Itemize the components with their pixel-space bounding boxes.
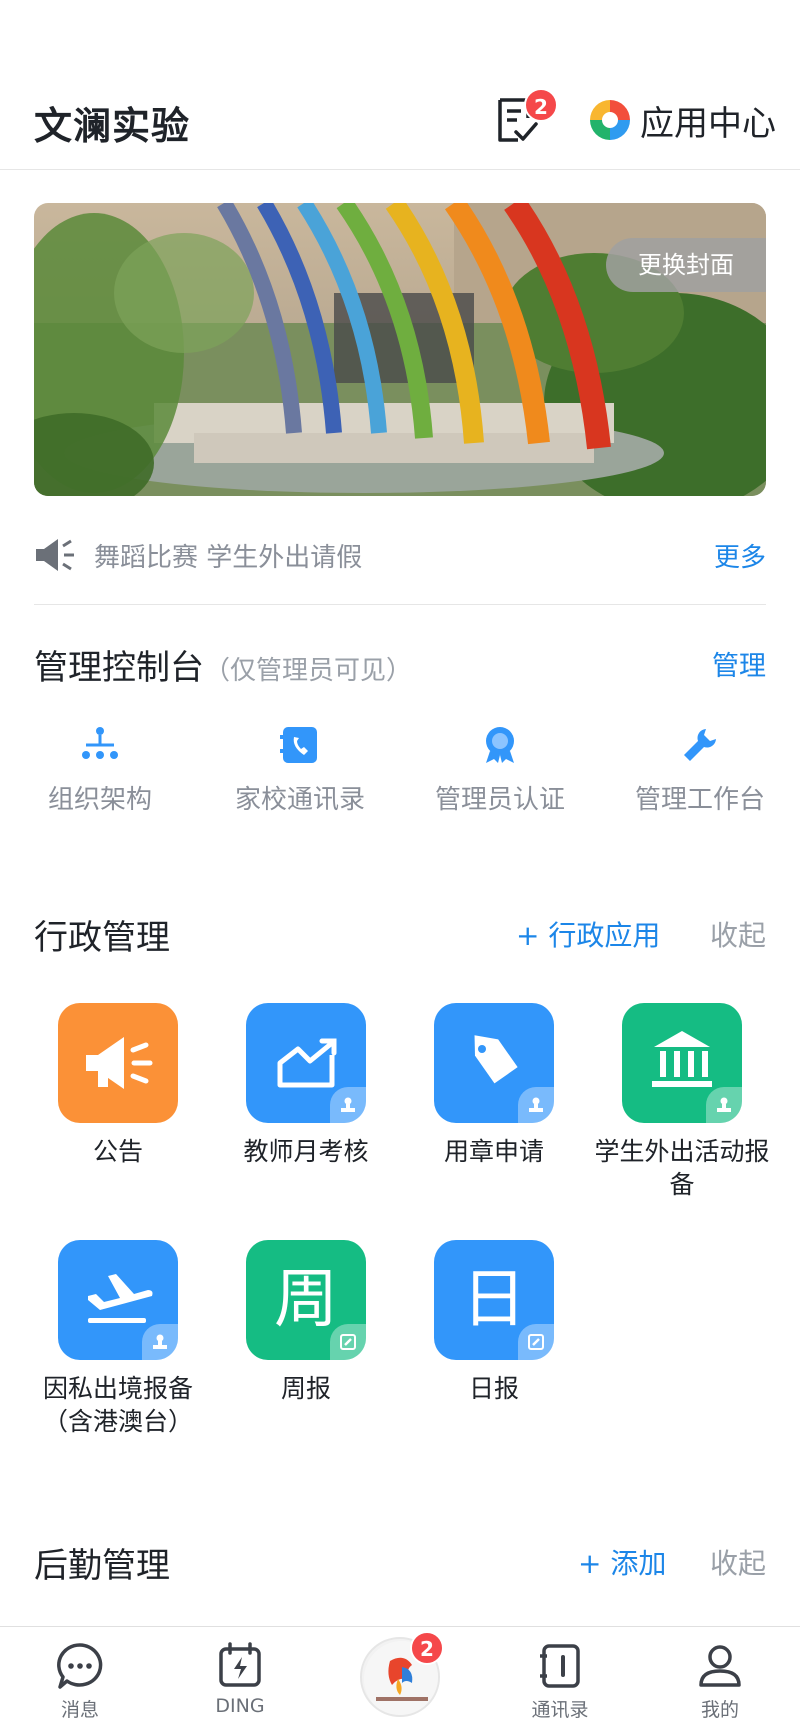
tab-label: 通讯录 [531, 1699, 589, 1721]
daily-icon: 日 [434, 1240, 554, 1360]
app-label: 周报 [280, 1374, 331, 1403]
admin-item-label: 管理员认证 [434, 785, 565, 815]
trend-chart-icon [246, 1003, 366, 1123]
badge-icon [486, 727, 514, 763]
admin-section-title: 行政管理 [34, 918, 170, 958]
ding-icon [219, 1642, 261, 1687]
tab-ding[interactable]: DING [180, 1641, 300, 1717]
notice-bar[interactable]: 舞蹈比赛 学生外出请假 更多 [34, 530, 766, 580]
admin-item-cert[interactable]: 管理员认证 [400, 725, 600, 816]
edit-icon [518, 1324, 554, 1360]
admin-item-phonebook[interactable]: 家校通讯录 [200, 725, 400, 816]
add-admin-app-button[interactable]: + 行政应用 [516, 914, 660, 954]
tab-messages[interactable]: 消息 [20, 1641, 140, 1722]
bottom-tab-bar: 消息 DING 2 通讯录 我的 [0, 1626, 800, 1733]
admin-item-label: 管理工作台 [634, 785, 765, 815]
tab-label: DING [215, 1695, 265, 1717]
admin-manage-link[interactable]: 管理 [712, 644, 766, 683]
edit-icon [330, 1324, 366, 1360]
org-title[interactable]: 文澜实验 [34, 95, 190, 150]
stamp-icon [142, 1324, 178, 1360]
app-label: 因私出境报备（含港澳台） [42, 1374, 193, 1436]
profile-icon [699, 1645, 741, 1687]
app-center-label: 应用中心 [640, 103, 776, 144]
wrench-icon [684, 729, 716, 761]
tab-center-badge: 2 [410, 1631, 444, 1665]
tab-profile[interactable]: 我的 [660, 1641, 780, 1722]
weekly-icon: 周 [246, 1240, 366, 1360]
admin-console-title: 管理控制台（仅管理员可见） [34, 640, 412, 689]
app-announcement[interactable]: 公告 [24, 1003, 212, 1168]
app-label: 公告 [92, 1137, 143, 1166]
admin-item-label: 家校通讯录 [234, 785, 365, 815]
phone-book-icon [280, 727, 317, 763]
app-label: 用章申请 [443, 1137, 544, 1166]
notice-more-link[interactable]: 更多 [714, 537, 766, 574]
app-center-button[interactable]: 应用中心 [588, 96, 776, 144]
app-label: 教师月考核 [243, 1137, 369, 1166]
bank-icon [622, 1003, 742, 1123]
megaphone-icon [36, 539, 74, 571]
add-logistics-app-button[interactable]: + 添加 [578, 1542, 666, 1582]
todo-badge: 2 [524, 88, 558, 122]
admin-item-workbench[interactable]: 管理工作台 [600, 725, 800, 816]
megaphone-icon [58, 1003, 178, 1123]
tab-label: 消息 [60, 1699, 99, 1721]
app-weekly-report[interactable]: 周 周报 [212, 1240, 400, 1405]
app-label: 学生外出活动报备 [594, 1137, 770, 1199]
stamp-icon [706, 1087, 742, 1123]
change-cover-button[interactable]: 更换封面 [606, 238, 766, 292]
tab-contacts[interactable]: 通讯录 [500, 1641, 620, 1722]
stamp-icon [518, 1087, 554, 1123]
admin-item-label: 组织架构 [47, 785, 152, 815]
app-teacher-assessment[interactable]: 教师月考核 [212, 1003, 400, 1168]
plane-icon [58, 1240, 178, 1360]
admin-items: 组织架构 家校通讯录 管理员认证 管理工作台 [0, 725, 800, 825]
app-label: 日报 [468, 1374, 519, 1403]
logistics-section-title: 后勤管理 [34, 1546, 170, 1586]
app-seal-request[interactable]: 用章申请 [400, 1003, 588, 1168]
app-center-logo-icon [590, 100, 630, 140]
cover-banner[interactable]: 更换封面 [34, 203, 766, 496]
app-private-travel[interactable]: 因私出境报备（含港澳台） [24, 1240, 212, 1438]
contacts-icon [540, 1644, 580, 1688]
message-icon [57, 1643, 103, 1689]
stamp-icon [330, 1087, 366, 1123]
header: 文澜实验 2 应用中心 [0, 0, 800, 170]
notice-text: 舞蹈比赛 学生外出请假 [94, 542, 363, 573]
org-chart-icon [82, 727, 118, 759]
app-daily-report[interactable]: 日 日报 [400, 1240, 588, 1405]
divider [34, 604, 766, 605]
admin-item-org[interactable]: 组织架构 [0, 725, 200, 816]
app-student-outing[interactable]: 学生外出活动报备 [588, 1003, 776, 1201]
tag-icon [434, 1003, 554, 1123]
admin-section-collapse-button[interactable]: 收起 [710, 914, 766, 954]
admin-console-title-text: 管理控制台 [34, 648, 204, 688]
admin-console-subtitle: （仅管理员可见） [204, 656, 413, 686]
tab-label: 我的 [700, 1699, 739, 1721]
logistics-section-collapse-button[interactable]: 收起 [710, 1542, 766, 1582]
